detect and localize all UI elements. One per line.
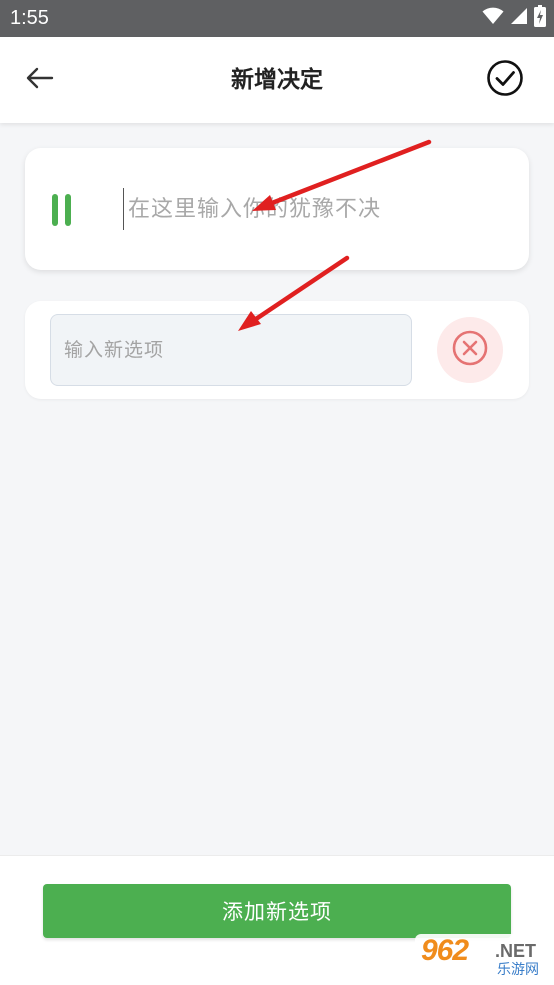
close-circle-icon [451, 329, 489, 371]
option-card [25, 301, 529, 399]
confirm-button[interactable] [486, 59, 524, 101]
page-title: 新增决定 [231, 67, 323, 93]
watermark-logo: 962 .NET 乐游网 [415, 934, 554, 984]
check-circle-icon [486, 59, 524, 101]
status-bar: 1:55 [0, 0, 554, 37]
status-time: 1:55 [10, 7, 49, 29]
app-bar: 新增决定 [0, 37, 554, 123]
wifi-icon [482, 7, 504, 29]
pause-bar [52, 194, 58, 226]
watermark-suffix: .NET [495, 941, 537, 961]
pause-bar [65, 194, 71, 226]
back-button[interactable] [22, 62, 58, 98]
signal-icon [510, 7, 528, 29]
delete-option-button[interactable] [437, 317, 503, 383]
option-input[interactable] [50, 314, 412, 386]
question-input[interactable] [123, 188, 508, 230]
arrow-left-icon [26, 67, 54, 93]
question-card [25, 148, 529, 270]
watermark-sub: 乐游网 [497, 962, 539, 978]
status-icons [482, 5, 546, 31]
watermark-main: 962 [421, 934, 469, 967]
add-option-button[interactable]: 添加新选项 [43, 884, 511, 938]
battery-charging-icon [534, 5, 546, 31]
